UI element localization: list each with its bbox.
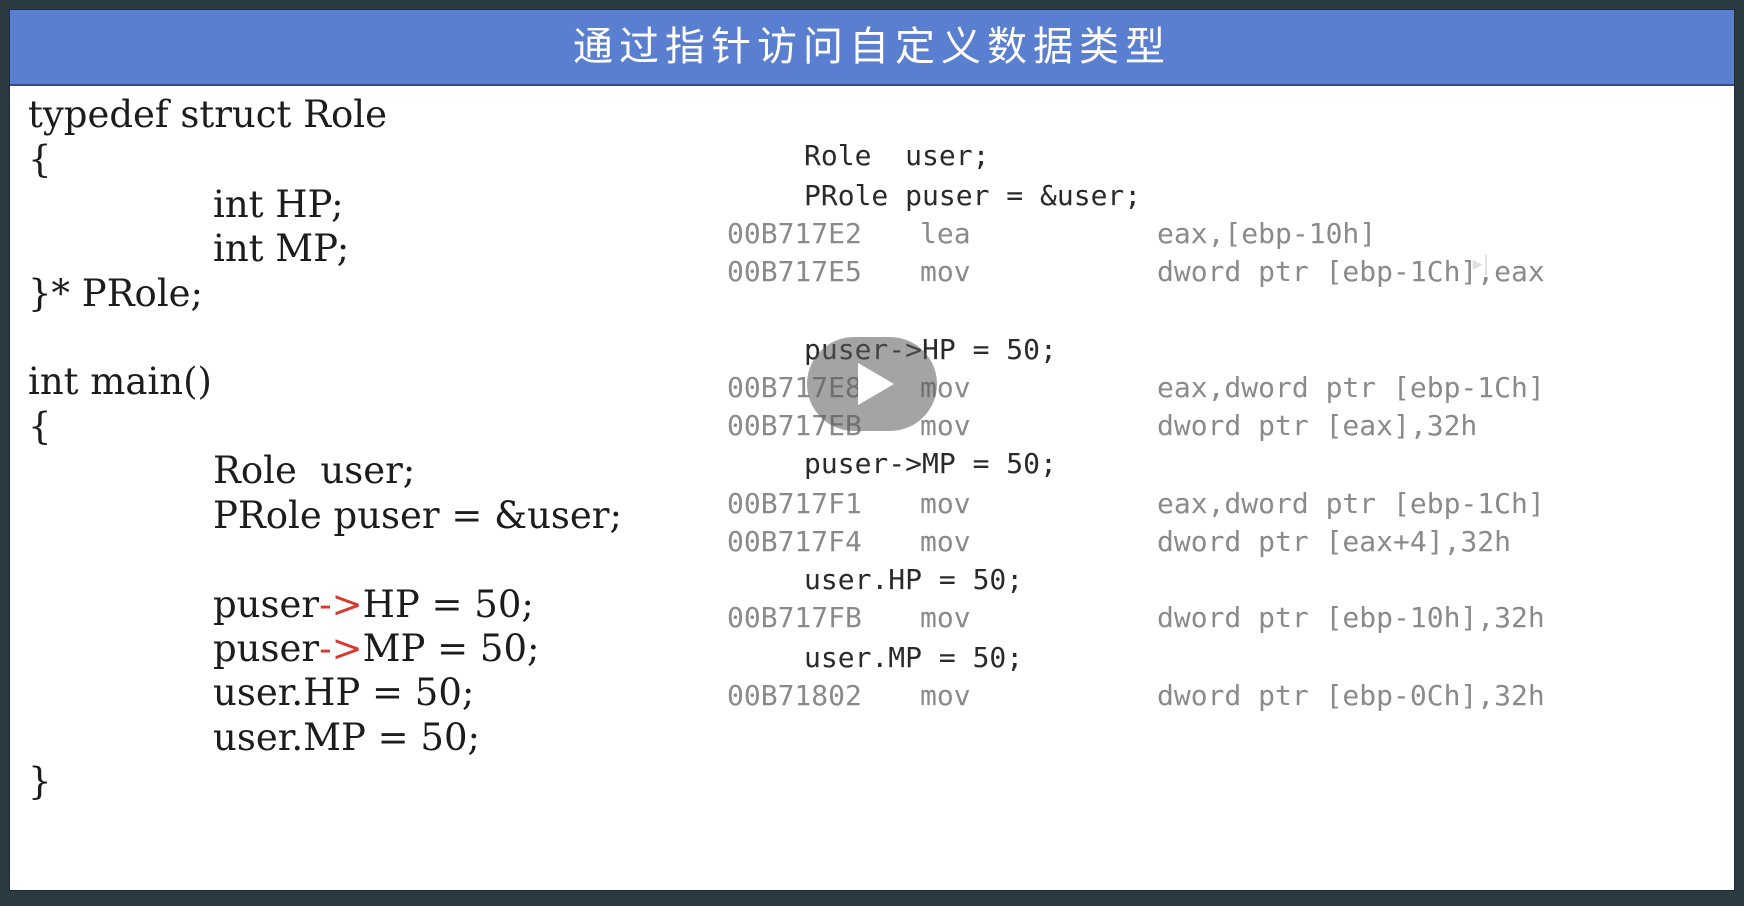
instruction-address: 00B71802 (727, 679, 862, 712)
instruction-operands: dword ptr [eax],32h (1157, 409, 1478, 442)
instruction-address: 00B717F4 (727, 525, 862, 558)
instruction-operands: eax,dword ptr [ebp-1Ch] (1157, 371, 1545, 404)
instruction-opcode: mov (920, 409, 971, 442)
disasm-source-line: user.HP = 50; (804, 563, 1024, 596)
instruction-opcode: mov (920, 679, 971, 712)
instruction-operands: dword ptr [eax+4],32h (1157, 525, 1512, 558)
instruction-opcode: mov (920, 255, 971, 288)
instruction-operands: eax,dword ptr [ebp-1Ch] (1157, 487, 1545, 520)
instruction-opcode: lea (920, 217, 971, 250)
slide-frame: 通过指针访问自定义数据类型 typedef struct Role{int HP… (10, 10, 1734, 890)
disasm-source-line: puser->MP = 50; (804, 447, 1057, 480)
instruction-operands: dword ptr [ebp-10h],32h (1157, 601, 1545, 634)
instruction-opcode: mov (920, 487, 971, 520)
instruction-address: 00B717E2 (727, 217, 862, 250)
instruction-operands: dword ptr [ebp-1Ch],eax (1157, 255, 1545, 288)
play-icon (858, 363, 894, 405)
disasm-source-line: PRole puser = &user; (804, 179, 1142, 212)
instruction-operands: eax,[ebp-10h] (1157, 217, 1377, 250)
instruction-address: 00B717E5 (727, 255, 862, 288)
instruction-address: 00B717FB (727, 601, 862, 634)
disasm-source-line: Role user; (804, 139, 990, 172)
instruction-address: 00B717F1 (727, 487, 862, 520)
instruction-operands: dword ptr [ebp-0Ch],32h (1157, 679, 1545, 712)
instruction-opcode: mov (920, 525, 971, 558)
disassembly-panel: ▸| Role user; PRole puser = &user; 00B717E… (10, 10, 1734, 890)
instruction-opcode: mov (920, 601, 971, 634)
disasm-source-line: user.MP = 50; (804, 641, 1024, 674)
play-button[interactable] (807, 337, 937, 431)
